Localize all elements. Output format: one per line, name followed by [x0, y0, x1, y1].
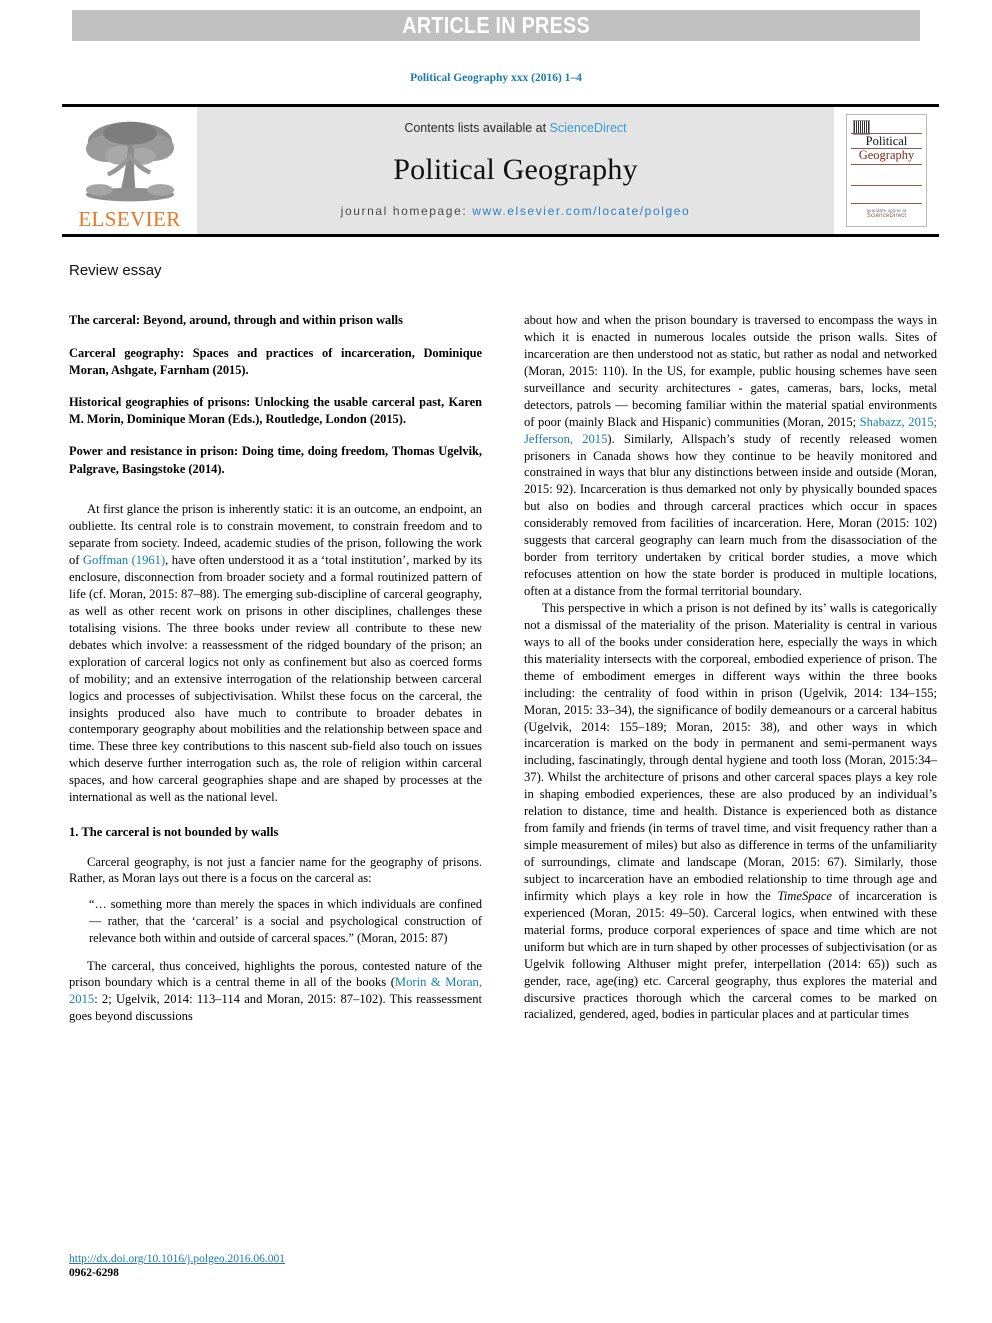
cover-footer-sciencedirect: ScienceDirect: [866, 213, 907, 219]
left-column: The carceral: Beyond, around, through an…: [69, 312, 482, 1025]
reviewed-book-1: Carceral geography: Spaces and practices…: [69, 345, 482, 378]
section1-paragraph-2: The carceral, thus conceived, highlights…: [69, 958, 482, 1026]
elsevier-logo: ELSEVIER: [62, 107, 197, 234]
article-type-label: Review essay: [69, 262, 162, 279]
rp1-text-part-b: ). Similarly, Allspach’s study of recent…: [524, 431, 938, 598]
page-footer: http://dx.doi.org/10.1016/j.polgeo.2016.…: [69, 1252, 285, 1281]
issn-number: 0962-6298: [69, 1267, 119, 1280]
p3-text-part-b: : 2; Ugelvik, 2014: 113–114 and Moran, 2…: [69, 992, 482, 1024]
rp1-text-part-a: about how and when the prison boundary i…: [524, 313, 937, 429]
journal-homepage-label: journal homepage:: [340, 204, 473, 218]
journal-cover-thumbnail: Political Geography available online at …: [834, 107, 939, 234]
intro-text-part-b: , have often understood it as a ‘total i…: [69, 553, 482, 805]
right-paragraph-1: about how and when the prison boundary i…: [524, 312, 937, 600]
masthead-center: Contents lists available at ScienceDirec…: [197, 107, 834, 234]
cover-footer-brand: available online at ScienceDirect: [847, 208, 926, 219]
essay-title: The carceral: Beyond, around, through an…: [69, 313, 403, 327]
rp2-text-part-a: This perspective in which a prison is no…: [524, 600, 937, 903]
reviewed-book-3: Power and resistance in prison: Doing ti…: [69, 444, 482, 476]
elsevier-wordmark: ELSEVIER: [78, 207, 181, 231]
running-head-citation: Political Geography xxx (2016) 1–4: [410, 72, 582, 84]
reviewed-book-2: Historical geographies of prisons: Unloc…: [69, 394, 482, 427]
rp2-text-part-b: of incarceration is experienced (Moran, …: [524, 888, 937, 1022]
italic-term-timespace: TimeSpace: [777, 888, 833, 903]
section-heading-1: 1. The carceral is not bounded by walls: [69, 825, 279, 840]
journal-homepage-line: journal homepage: www.elsevier.com/locat…: [341, 204, 691, 218]
doi-link[interactable]: http://dx.doi.org/10.1016/j.polgeo.2016.…: [69, 1252, 285, 1266]
cover-title-line1: Political: [865, 134, 908, 148]
cover-title-line2: Geography: [858, 148, 915, 162]
contents-lists-prefix: Contents lists available at: [404, 121, 550, 135]
journal-title: Political Geography: [393, 152, 638, 186]
elsevier-tree-icon: [82, 117, 178, 209]
right-paragraph-2: This perspective in which a prison is no…: [524, 600, 937, 1023]
contents-lists-line: Contents lists available at ScienceDirec…: [404, 121, 626, 135]
article-in-press-banner: ARTICLE IN PRESS: [72, 10, 920, 41]
block-quote-moran: “… something more than merely the spaces…: [89, 897, 482, 945]
journal-homepage-url[interactable]: www.elsevier.com/locate/polgeo: [472, 204, 690, 218]
article-body: The carceral: Beyond, around, through an…: [69, 312, 937, 1025]
sciencedirect-link[interactable]: ScienceDirect: [550, 121, 627, 135]
article-in-press-label: ARTICLE IN PRESS: [402, 12, 590, 38]
intro-paragraph: At first glance the prison is inherently…: [69, 501, 482, 806]
section1-paragraph-1: Carceral geography, is not just a fancie…: [69, 854, 482, 886]
journal-masthead: ELSEVIER Contents lists available at Sci…: [62, 104, 939, 237]
right-column: about how and when the prison boundary i…: [524, 312, 937, 1025]
citation-link-goffman[interactable]: Goffman (1961): [83, 553, 165, 567]
